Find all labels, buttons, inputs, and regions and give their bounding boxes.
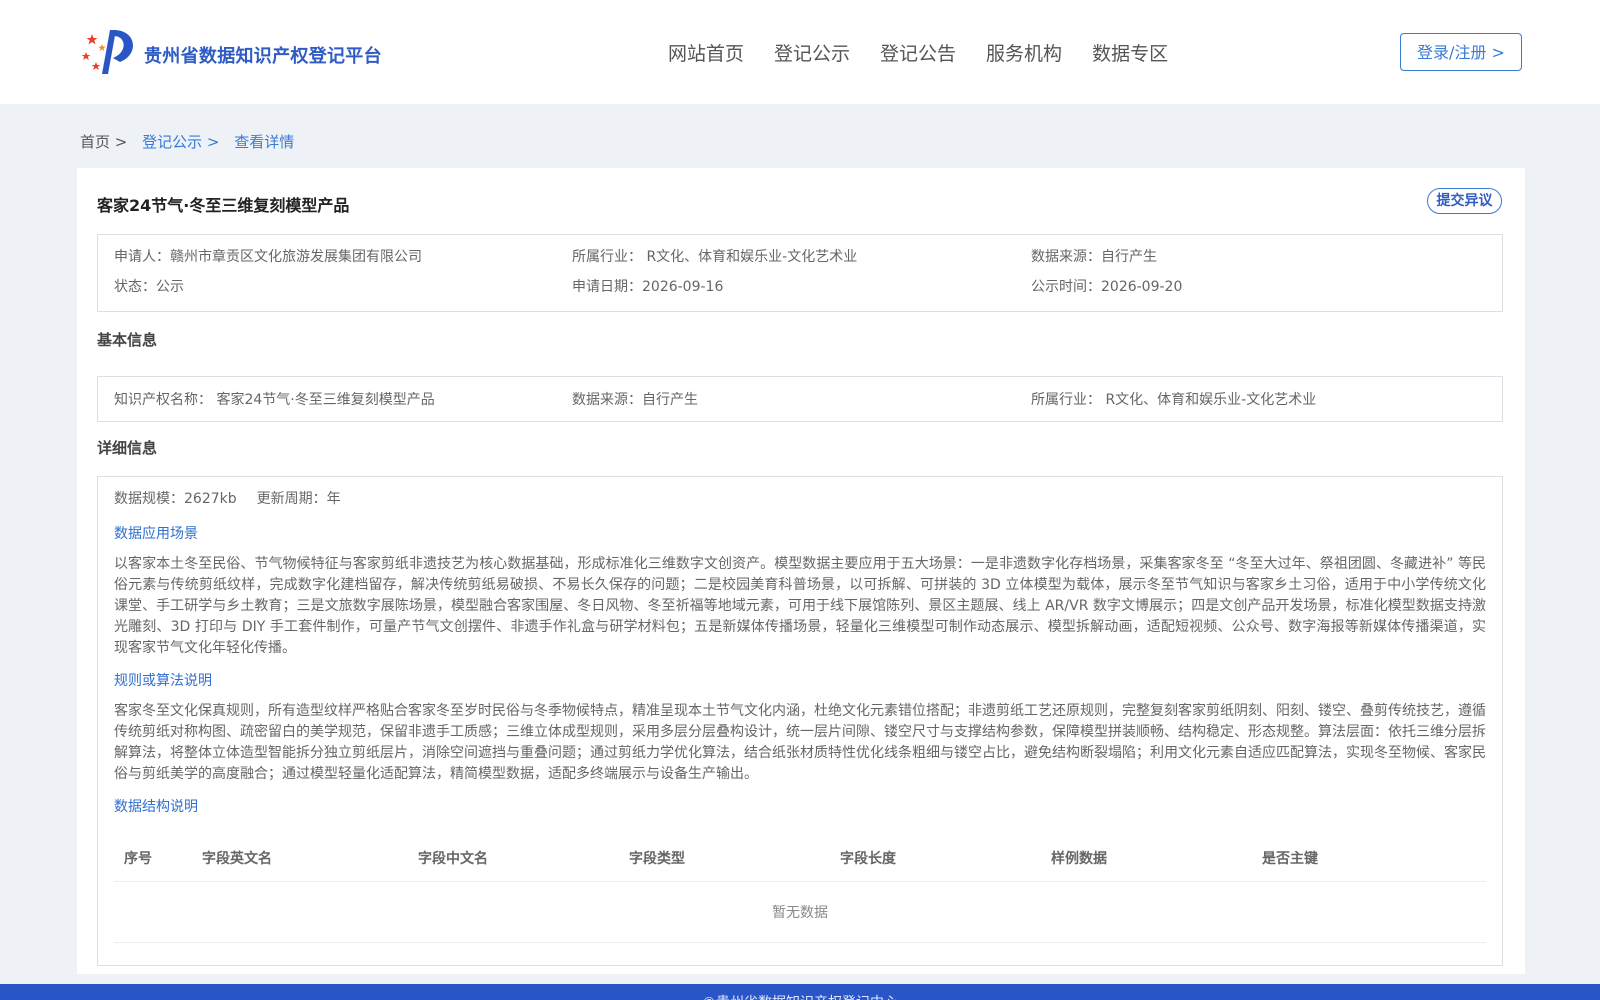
data-source: 数据来源：自行产生 [1031,249,1157,265]
basic-info-box: 知识产权名称： 客家24节气·冬至三维复刻模型产品 数据来源：自行产生 所属行业… [97,376,1503,422]
col-field-en: 字段英文名 [192,835,408,882]
col-index: 序号 [114,835,192,882]
page-title: 客家24节气·冬至三维复刻模型产品 [97,196,350,215]
breadcrumb: 首页 > 登记公示 > 查看详情 [80,131,294,152]
breadcrumb-publicity[interactable]: 登记公示 > [142,133,219,151]
col-primary-key: 是否主键 [1252,835,1486,882]
summary-info-box: 申请人：赣州市章贡区文化旅游发展集团有限公司 所属行业： R文化、体育和娱乐业-… [97,234,1503,312]
footer-copyright: ©贵州省数据知识产权登记中心 [0,992,1600,1000]
detail-card: 客家24节气·冬至三维复刻模型产品 提交异议 申请人：赣州市章贡区文化旅游发展集… [77,168,1525,974]
breadcrumb-home[interactable]: 首页 > [80,133,127,151]
basic-info-heading: 基本信息 [97,331,158,349]
breadcrumb-current: 查看详情 [234,133,295,151]
table-row: 暂无数据 [114,881,1486,943]
publish-time: 公示时间：2026-09-20 [1031,279,1183,295]
login-register-button[interactable]: 登录/注册 > [1400,33,1522,71]
ip-name: 知识产权名称： 客家24节气·冬至三维复刻模型产品 [114,392,435,408]
nav-registration-publicity[interactable]: 登记公示 [774,39,850,66]
industry: 所属行业： R文化、体育和娱乐业-文化艺术业 [572,249,858,265]
nav-data-zone[interactable]: 数据专区 [1092,39,1168,66]
col-field-length: 字段长度 [830,835,1041,882]
update-cycle: 更新周期：年 [256,491,341,507]
scenario-text: 以客家本土冬至民俗、节气物候特征与客家剪纸非遗技艺为核心数据基础，形成标准化三维… [114,556,1486,656]
site-footer: ©贵州省数据知识产权登记中心 [0,984,1600,1000]
basic-industry: 所属行业： R文化、体育和娱乐业-文化艺术业 [1031,392,1317,408]
rules-heading: 规则或算法说明 [114,673,212,689]
site-header: 贵州省数据知识产权登记平台 网站首页 登记公示 登记公告 服务机构 数据专区 登… [0,0,1600,104]
col-sample: 样例数据 [1041,835,1252,882]
col-field-cn: 字段中文名 [408,835,619,882]
applicant: 申请人：赣州市章贡区文化旅游发展集团有限公司 [114,249,422,265]
detail-info-heading: 详细信息 [97,439,158,457]
data-meta: 数据规模：2627kb 更新周期：年 [114,489,1486,509]
nav-home[interactable]: 网站首页 [668,39,744,66]
status: 状态：公示 [114,279,184,295]
col-field-type: 字段类型 [619,835,830,882]
data-structure-table: 序号 字段英文名 字段中文名 字段类型 字段长度 样例数据 是否主键 暂无数据 [114,835,1486,943]
apply-date: 申请日期：2026-09-16 [572,279,724,295]
main-nav: 网站首页 登记公示 登记公告 服务机构 数据专区 [668,39,1198,66]
platform-logo-icon[interactable] [80,28,138,78]
nav-registration-announcement[interactable]: 登记公告 [880,39,956,66]
nav-service-agencies[interactable]: 服务机构 [986,39,1062,66]
detail-info-box: 数据规模：2627kb 更新周期：年 数据应用场景 以客家本土冬至民俗、节气物候特… [97,476,1503,966]
data-scale: 数据规模：2627kb [114,491,237,507]
table-header-row: 序号 字段英文名 字段中文名 字段类型 字段长度 样例数据 是否主键 [114,835,1486,882]
rules-text: 客家冬至文化保真规则，所有造型纹样严格贴合客家冬至岁时民俗与冬季物候特点，精准呈… [114,703,1486,782]
platform-name: 贵州省数据知识产权登记平台 [144,46,382,67]
scenario-heading: 数据应用场景 [114,526,198,542]
empty-placeholder: 暂无数据 [114,881,1486,943]
submit-objection-button[interactable]: 提交异议 [1427,188,1502,214]
structure-heading: 数据结构说明 [114,799,198,815]
basic-data-source: 数据来源：自行产生 [572,392,698,408]
